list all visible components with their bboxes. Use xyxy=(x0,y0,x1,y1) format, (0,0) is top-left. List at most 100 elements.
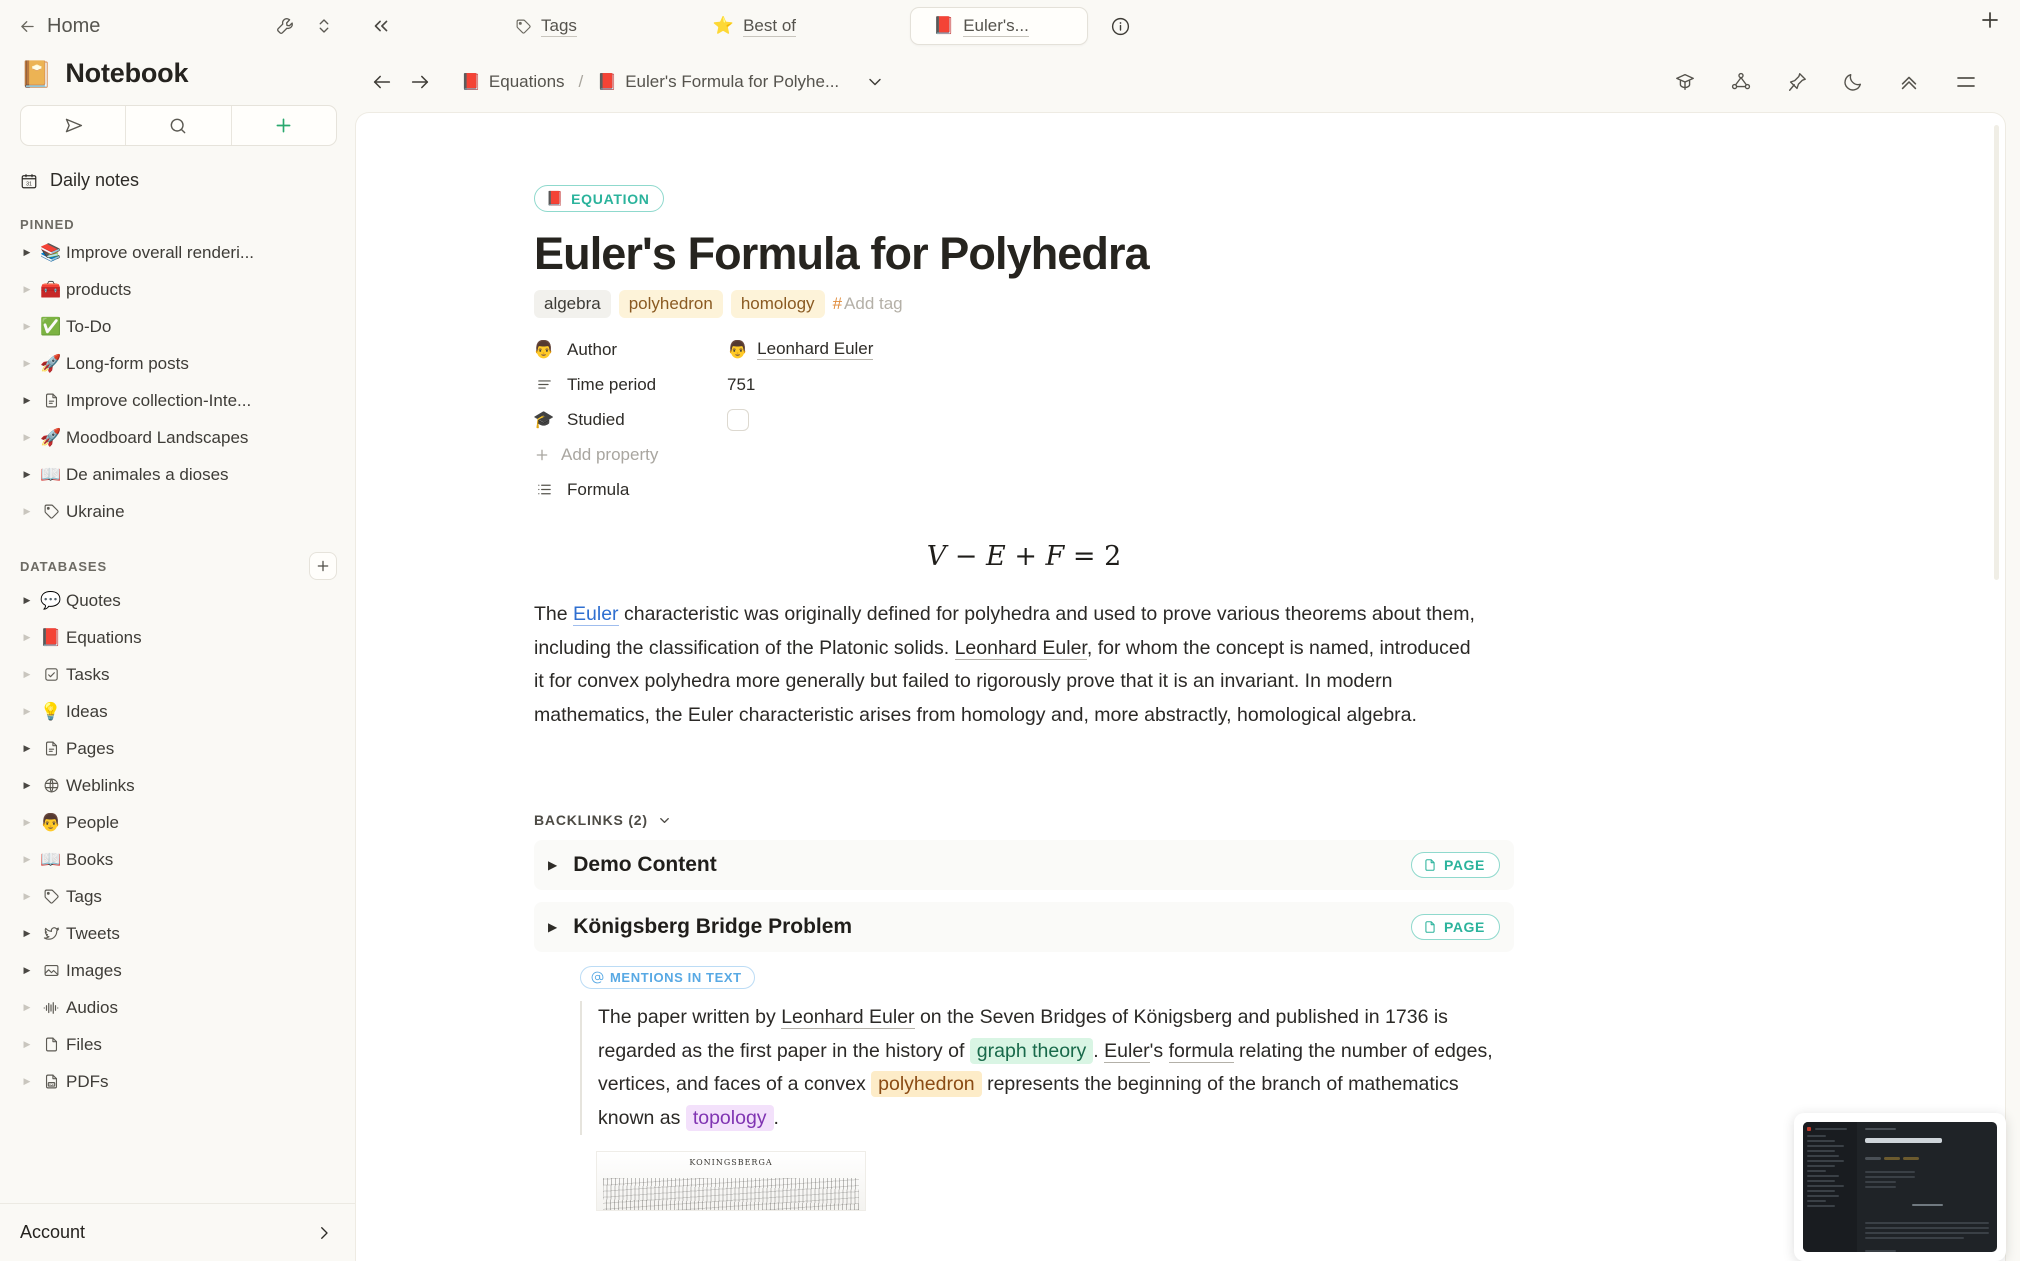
nav-forward-button[interactable] xyxy=(409,71,431,93)
sidebar-item-improve-collection-inte[interactable]: ▶ Improve collection-Inte... xyxy=(0,382,355,419)
add-tag-button[interactable]: # Add tag xyxy=(833,294,903,314)
expand-triangle-icon[interactable]: ▶ xyxy=(18,1076,36,1087)
sidebar-item-to-do[interactable]: ▶ ✅ To-Do xyxy=(0,308,355,345)
expand-triangle-icon[interactable]: ▶ xyxy=(18,780,36,791)
quote-link-euler[interactable]: Euler xyxy=(1104,1039,1150,1063)
sidebar-item-improve-overall-renderi[interactable]: ▶ 📚 Improve overall renderi... xyxy=(0,234,355,271)
moon-icon[interactable] xyxy=(1842,71,1864,93)
sidebar-item-long-form-posts[interactable]: ▶ 🚀 Long-form posts xyxy=(0,345,355,382)
quote-link-leonhard-euler[interactable]: Leonhard Euler xyxy=(781,1006,915,1030)
link-euler[interactable]: Euler xyxy=(573,603,619,626)
expand-triangle-icon[interactable]: ▶ xyxy=(548,920,557,934)
nav-back-button[interactable] xyxy=(371,71,393,93)
sidebar-item-pdfs[interactable]: ▶ PDF PDFs xyxy=(0,1063,355,1100)
expand-triangle-icon[interactable]: ▶ xyxy=(18,854,36,865)
sidebar-item-ukraine[interactable]: ▶ Ukraine xyxy=(0,493,355,530)
new-button[interactable] xyxy=(232,106,336,145)
highlight-graph-theory[interactable]: graph theory xyxy=(969,1037,1094,1064)
property-row-formula[interactable]: Formula xyxy=(534,472,1514,507)
sidebar-item-people[interactable]: ▶ 👨 People xyxy=(0,804,355,841)
breadcrumb-item-current[interactable]: 📕 Euler's Formula for Polyhe... xyxy=(597,72,839,92)
expand-triangle-icon[interactable]: ▶ xyxy=(18,928,36,939)
expand-triangle-icon[interactable]: ▶ xyxy=(548,858,557,872)
info-button[interactable] xyxy=(1110,16,1131,37)
kind-badge[interactable]: 📕 EQUATION xyxy=(534,185,664,212)
expand-triangle-icon[interactable]: ▶ xyxy=(18,891,36,902)
expand-triangle-icon[interactable]: ▶ xyxy=(18,595,36,606)
send-button[interactable] xyxy=(21,106,127,145)
expand-triangle-icon[interactable]: ▶ xyxy=(18,817,36,828)
expand-triangle-icon[interactable]: ▶ xyxy=(18,432,36,443)
sidebar-item-products[interactable]: ▶ 🧰 products xyxy=(0,271,355,308)
tag-algebra[interactable]: algebra xyxy=(534,290,611,318)
sidebar-item-pages[interactable]: ▶ Pages xyxy=(0,730,355,767)
konigsberg-engraving-image[interactable]: KONINGSBERGA xyxy=(596,1151,866,1212)
expand-triangle-icon[interactable]: ▶ xyxy=(18,284,36,295)
highlight-polyhedron[interactable]: polyhedron xyxy=(871,1071,982,1098)
sidebar-item-moodboard-landscapes[interactable]: ▶ 🚀 Moodboard Landscapes xyxy=(0,419,355,456)
expand-triangle-icon[interactable]: ▶ xyxy=(18,469,36,480)
studied-checkbox[interactable] xyxy=(727,408,749,431)
expand-triangle-icon[interactable]: ▶ xyxy=(18,965,36,976)
collapse-sidebar-button[interactable] xyxy=(355,15,407,37)
quote-link-formula[interactable]: formula xyxy=(1168,1039,1234,1063)
backlink-row-konigsberg[interactable]: ▶ Königsberg Bridge Problem PAGE xyxy=(534,902,1514,953)
sidebar-item-ideas[interactable]: ▶ 💡 Ideas xyxy=(0,693,355,730)
home-button[interactable]: Home xyxy=(18,15,275,38)
sidebar-item-quotes[interactable]: ▶ 💬 Quotes xyxy=(0,582,355,619)
search-button[interactable] xyxy=(126,106,232,145)
property-key-time-period[interactable]: Time period xyxy=(534,375,727,395)
breadcrumb-chevron-down-icon[interactable] xyxy=(865,72,885,92)
sidebar-item-files[interactable]: ▶ Files xyxy=(0,1026,355,1063)
expand-triangle-icon[interactable]: ▶ xyxy=(18,247,36,258)
tab-tags[interactable]: Tags xyxy=(493,7,599,45)
page-title[interactable]: Euler's Formula for Polyhedra xyxy=(534,228,1514,280)
expand-triangle-icon[interactable]: ▶ xyxy=(18,1039,36,1050)
graduation-cap-icon[interactable] xyxy=(1674,71,1696,93)
tab-eulers[interactable]: 📕 Euler's... xyxy=(910,7,1089,45)
graph-network-icon[interactable] xyxy=(1730,71,1752,93)
page-preview-thumbnail[interactable] xyxy=(1794,1113,2006,1261)
link-leonhard-euler[interactable]: Leonhard Euler xyxy=(954,636,1087,660)
breadcrumb-item-equations[interactable]: 📕 Equations xyxy=(461,72,565,92)
add-database-button[interactable] xyxy=(309,552,337,580)
expand-triangle-icon[interactable]: ▶ xyxy=(18,706,36,717)
sidebar-item-images[interactable]: ▶ Images xyxy=(0,952,355,989)
new-tab-button[interactable] xyxy=(1978,8,2002,32)
notebook-title[interactable]: 📔 Notebook xyxy=(0,52,355,103)
sidebar-item-tasks[interactable]: ▶ Tasks xyxy=(0,656,355,693)
sidebar-item-tweets[interactable]: ▶ Tweets xyxy=(0,915,355,952)
expand-triangle-icon[interactable]: ▶ xyxy=(18,1002,36,1013)
hamburger-menu-icon[interactable] xyxy=(1954,70,1978,94)
wrench-icon[interactable] xyxy=(275,16,295,36)
sidebar-item-audios[interactable]: ▶ Audios xyxy=(0,989,355,1026)
sidebar-item-equations[interactable]: ▶ 📕 Equations xyxy=(0,619,355,656)
expand-triangle-icon[interactable]: ▶ xyxy=(18,632,36,643)
expand-triangle-icon[interactable]: ▶ xyxy=(18,743,36,754)
tab-best-of[interactable]: ⭐ Best of xyxy=(691,7,818,45)
chevron-updown-icon[interactable] xyxy=(315,17,333,35)
tag-polyhedron[interactable]: polyhedron xyxy=(618,290,723,318)
property-value-author[interactable]: 👨 Leonhard Euler xyxy=(727,339,874,360)
expand-triangle-icon[interactable]: ▶ xyxy=(18,395,36,406)
account-button[interactable]: Account xyxy=(0,1203,355,1261)
expand-triangle-icon[interactable]: ▶ xyxy=(18,358,36,369)
expand-triangle-icon[interactable]: ▶ xyxy=(18,321,36,332)
backlinks-header[interactable]: BACKLINKS (2) xyxy=(534,812,1514,828)
expand-triangle-icon[interactable]: ▶ xyxy=(18,669,36,680)
sidebar-item-daily-notes[interactable]: 31 Daily notes xyxy=(20,166,337,195)
sidebar-item-weblinks[interactable]: ▶ Weblinks xyxy=(0,767,355,804)
property-key-studied[interactable]: 🎓 Studied xyxy=(533,410,727,430)
expand-triangle-icon[interactable]: ▶ xyxy=(18,506,36,517)
sidebar-item-tags[interactable]: ▶ Tags xyxy=(0,878,355,915)
sidebar-item-de-animales-a-dioses[interactable]: ▶ 📖 De animales a dioses xyxy=(0,456,355,493)
highlight-topology[interactable]: topology xyxy=(685,1104,774,1131)
pin-icon[interactable] xyxy=(1786,71,1808,93)
add-property-button[interactable]: Add property xyxy=(534,437,1514,472)
chevrons-up-icon[interactable] xyxy=(1898,71,1920,93)
sidebar-item-books[interactable]: ▶ 📖 Books xyxy=(0,841,355,878)
backlink-row-demo-content[interactable]: ▶ Demo Content PAGE xyxy=(534,840,1514,891)
tag-homology[interactable]: homology xyxy=(730,290,825,318)
property-key-author[interactable]: 👨 Author xyxy=(533,340,727,360)
content-scrollbar[interactable] xyxy=(1994,125,1999,580)
